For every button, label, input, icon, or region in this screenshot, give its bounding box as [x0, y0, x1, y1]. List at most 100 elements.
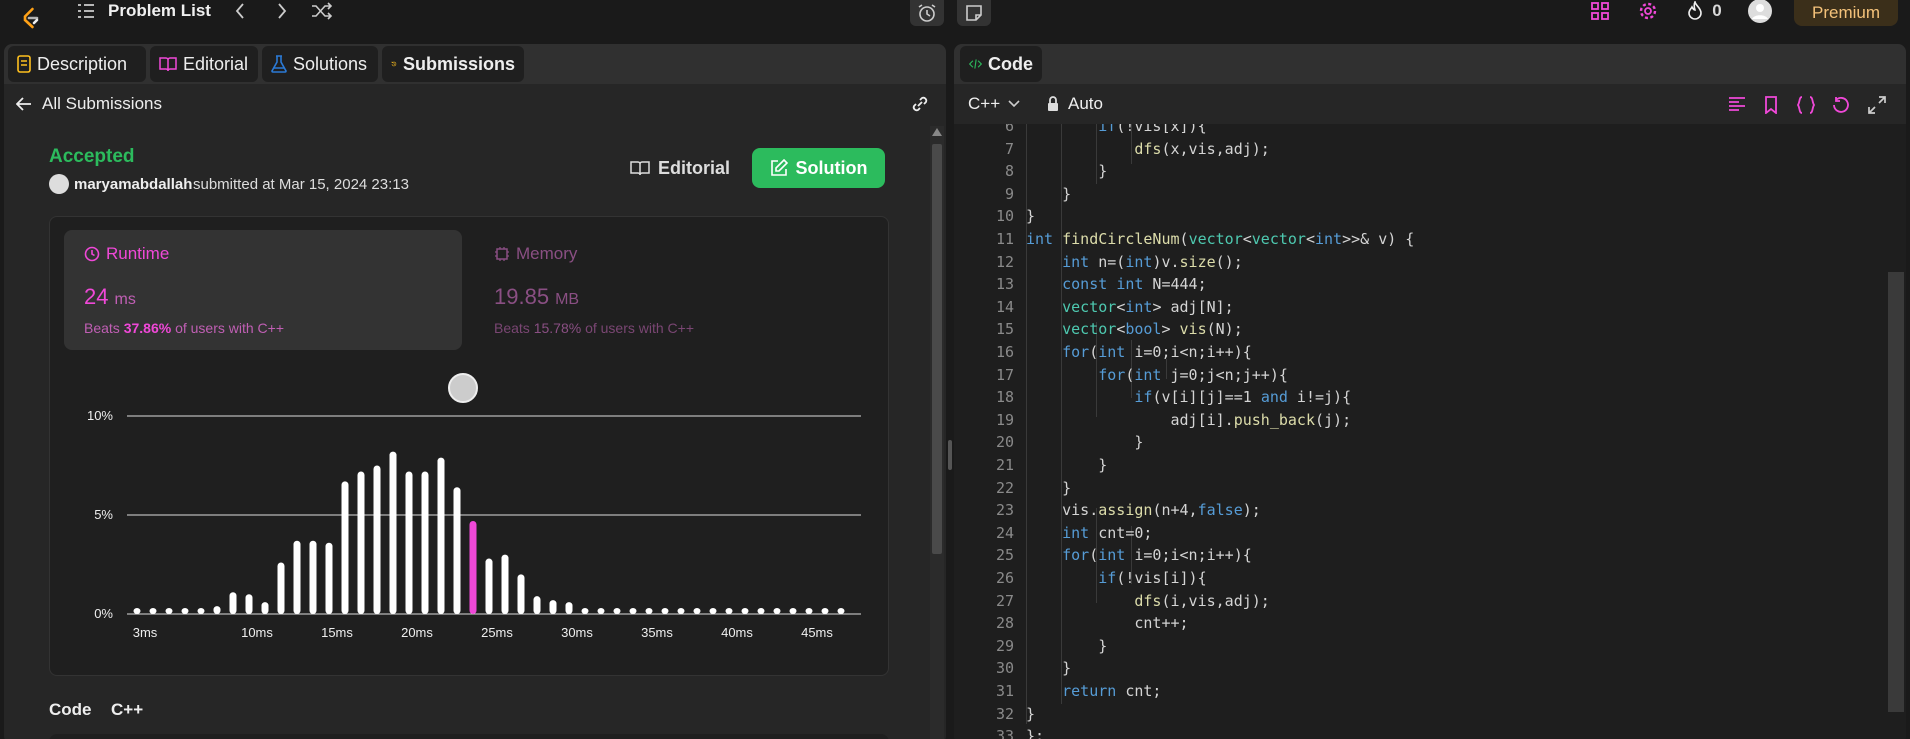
language-select[interactable]: C++ [968, 94, 1020, 114]
editor-scrollbar-thumb[interactable] [1888, 272, 1904, 712]
code-line: return cnt; [1062, 682, 1162, 700]
chart-bar[interactable] [549, 600, 557, 614]
chart-bar[interactable] [245, 594, 253, 614]
chart-bar[interactable] [837, 608, 845, 614]
chart-y-tick: 0% [94, 606, 113, 621]
memory-label-row[interactable]: Memory [494, 244, 577, 264]
chart-bar[interactable] [501, 554, 509, 614]
chart-x-tick: 30ms [561, 625, 593, 640]
chart-bar[interactable] [165, 608, 173, 614]
chart-bar[interactable] [261, 602, 269, 614]
chart-bar[interactable] [133, 608, 141, 614]
chart-bar[interactable] [149, 608, 157, 614]
code-line: for(int j=0;j<n;j++){ [1098, 365, 1288, 384]
chart-bar[interactable] [277, 562, 285, 614]
left-scrollbar-thumb[interactable] [932, 144, 942, 554]
leetcode-logo-icon[interactable] [19, 6, 43, 30]
chart-bar[interactable] [757, 608, 765, 614]
chart-bar[interactable] [677, 608, 685, 614]
code-editor[interactable]: 6 if(!vis[x]){7 dfs(x,vis,adj); 8 } 9 } 10}… [954, 124, 1906, 739]
chart-bar[interactable] [325, 542, 333, 614]
expand-icon[interactable] [1868, 96, 1886, 114]
notes-button[interactable] [957, 0, 991, 26]
chart-bar[interactable] [565, 602, 573, 614]
chart-bar[interactable] [357, 471, 365, 614]
bookmark-icon[interactable] [1764, 96, 1778, 114]
shuffle-icon[interactable] [310, 0, 334, 22]
chart-bar[interactable] [805, 608, 813, 614]
settings-gear-icon[interactable] [1637, 0, 1659, 22]
chart-bar[interactable] [821, 608, 829, 614]
chart-bar[interactable] [693, 608, 701, 614]
chart-y-tick: 10% [87, 408, 113, 423]
code-line: } [1026, 636, 1108, 655]
chart-bar[interactable] [453, 487, 461, 614]
submitter-avatar[interactable] [49, 174, 69, 194]
chart-bar[interactable] [517, 574, 525, 614]
chart-bar[interactable] [405, 471, 413, 614]
braces-icon[interactable] [1796, 96, 1816, 114]
chart-bar[interactable] [309, 540, 317, 614]
scroll-up-arrow[interactable] [932, 128, 942, 136]
user-avatar-marker[interactable] [448, 373, 478, 403]
chart-bar[interactable] [197, 608, 205, 614]
chart-bar[interactable] [485, 558, 493, 614]
chart-bar[interactable] [629, 608, 637, 614]
top-bar: Problem List 0 Premium [0, 0, 1910, 44]
chart-bar[interactable] [789, 608, 797, 614]
layout-grid-icon[interactable] [1589, 0, 1611, 22]
chart-x-tick: 40ms [721, 625, 753, 640]
chart-bar[interactable] [421, 471, 429, 614]
problem-list-icon[interactable] [76, 0, 96, 22]
lock-icon [1048, 96, 1058, 111]
chart-bar[interactable] [341, 481, 349, 614]
runtime-beats-pct: 37.86% [123, 320, 172, 336]
code-line: } [1026, 184, 1072, 203]
reset-icon[interactable] [1832, 96, 1850, 114]
chart-bar[interactable] [597, 608, 605, 614]
problem-list-title[interactable]: Problem List [108, 0, 211, 22]
submitter-name[interactable]: maryamabdallah [74, 176, 192, 193]
chip-icon [495, 247, 509, 261]
memory-beats-suffix: of users with C++ [585, 320, 695, 336]
chart-bar[interactable] [469, 520, 477, 614]
chart-bar[interactable] [373, 465, 381, 615]
chevron-left-icon[interactable] [230, 0, 250, 22]
chevron-right-icon[interactable] [272, 0, 292, 22]
chart-bar[interactable] [213, 606, 221, 614]
code-preview-box [49, 734, 889, 739]
chart-bar[interactable] [293, 540, 301, 614]
editorial-button[interactable]: Editorial [624, 148, 736, 188]
code-line: const int N=444; [1062, 275, 1207, 294]
chart-bar[interactable] [389, 451, 397, 614]
chart-bar[interactable] [645, 608, 653, 614]
note-icon [966, 5, 982, 21]
chart-bar[interactable] [661, 608, 669, 614]
chart-bar[interactable] [437, 457, 445, 614]
premium-button[interactable]: Premium [1794, 0, 1898, 26]
panel-resize-handle[interactable] [948, 440, 952, 470]
auto-mode[interactable]: Auto [1046, 94, 1103, 114]
left-scrollbar[interactable] [930, 126, 944, 739]
chart-bar[interactable] [725, 608, 733, 614]
chart-bar[interactable] [741, 608, 749, 614]
editor-scrollbar[interactable] [1884, 124, 1906, 739]
chart-bar[interactable] [229, 592, 237, 614]
line-number: 31 [995, 682, 1014, 700]
chart-bar[interactable] [613, 608, 621, 614]
timer-button[interactable] [910, 0, 944, 26]
tab-code[interactable]: Code [960, 46, 1042, 82]
line-number: 7 [1004, 139, 1014, 158]
streak-flame-icon[interactable] [1684, 0, 1706, 22]
code-line: } [1026, 162, 1108, 181]
solution-button[interactable]: Solution [752, 148, 885, 188]
line-number: 22 [995, 478, 1014, 497]
chart-bar[interactable] [773, 608, 781, 614]
chart-bar[interactable] [581, 608, 589, 614]
chart-bar[interactable] [181, 608, 189, 614]
chart-bar[interactable] [709, 608, 717, 614]
format-align-icon[interactable] [1728, 96, 1746, 112]
memory-beats-prefix: Beats [494, 320, 530, 336]
chart-bar[interactable] [533, 596, 541, 614]
user-avatar[interactable] [1748, 0, 1772, 23]
